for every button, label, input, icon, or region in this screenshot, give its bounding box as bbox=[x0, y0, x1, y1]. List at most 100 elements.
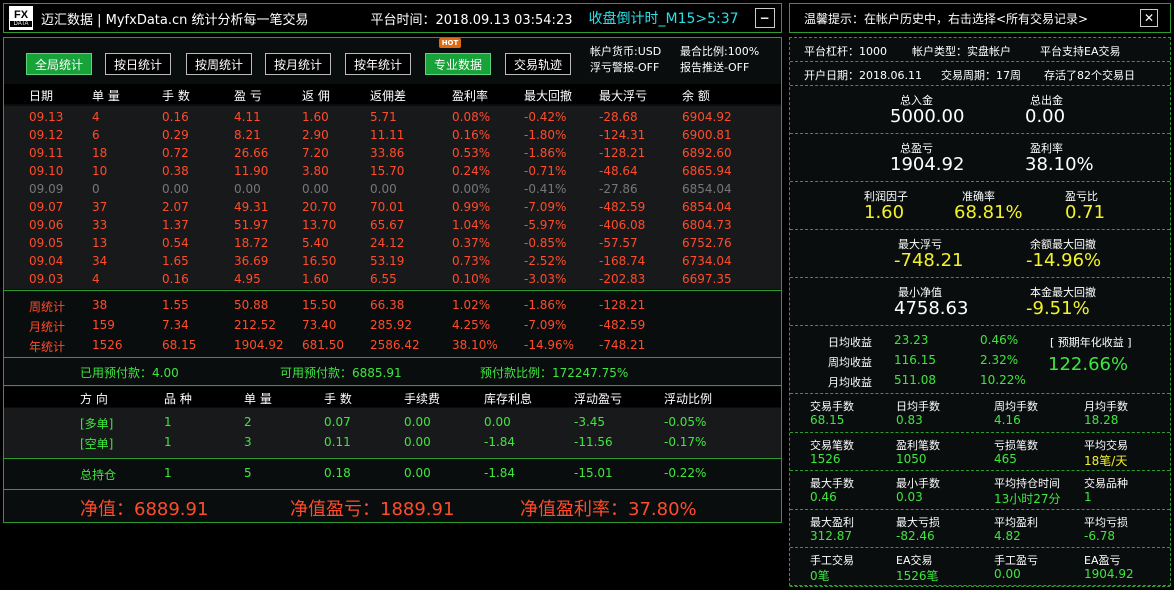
table-cell: 6854.04 bbox=[682, 182, 732, 196]
table-cell: -0.85% bbox=[524, 236, 567, 250]
table-cell: 70.01 bbox=[370, 200, 405, 214]
trade-period: 交易周期：17周 bbox=[941, 69, 1021, 82]
table-cell: 0.29 bbox=[162, 128, 189, 142]
position-cell: 1 bbox=[164, 435, 172, 449]
table-cell: -3.03% bbox=[524, 272, 567, 286]
accuracy-value: 68.81% bbox=[954, 202, 1023, 223]
close-button[interactable]: ✕ bbox=[1140, 9, 1158, 27]
tab-6[interactable]: 专业数据 bbox=[425, 53, 491, 75]
hot-badge: HOT bbox=[439, 38, 461, 48]
table-cell: -0.71% bbox=[524, 164, 567, 178]
stats-cell: 周统计 bbox=[29, 300, 66, 314]
table-row: 09.11 18 0.72 26.66 7.20 33.86 0.53% -1.86% -128… bbox=[4, 145, 781, 164]
stats-cell: 38.10% bbox=[452, 338, 498, 352]
position-cell: 3 bbox=[244, 435, 252, 449]
total-position-row: 总持仓 1 5 0.18 0.00 -1.84 -15.01 -0.22% bbox=[4, 459, 781, 488]
grid-value: 465 bbox=[994, 451, 1017, 466]
grid-label: 平均盈利 bbox=[994, 515, 1038, 529]
table-cell: 0.38 bbox=[162, 164, 189, 178]
returns-section: [ 预期年化收益 ] 122.66% 日均收益 23.23 0.46% 周均收益 116… bbox=[790, 326, 1170, 394]
table-cell: 6892.60 bbox=[682, 146, 732, 160]
positions-column-header: 品 种 bbox=[164, 392, 192, 406]
table-cell: 8.21 bbox=[234, 128, 261, 142]
table-cell: 4 bbox=[92, 272, 100, 286]
return-value: 116.15 bbox=[894, 353, 936, 367]
tab-3[interactable]: 按周统计 bbox=[186, 53, 252, 75]
position-cell: 0.00 bbox=[404, 435, 431, 449]
stats-cell: 68.15 bbox=[162, 338, 197, 352]
table-cell: -57.57 bbox=[599, 236, 638, 250]
table-cell: 51.97 bbox=[234, 218, 269, 232]
position-cell: -0.05% bbox=[664, 415, 707, 429]
table-cell: 24.12 bbox=[370, 236, 405, 250]
stats-cell: -748.21 bbox=[599, 338, 646, 352]
tab-1[interactable]: 全局统计 bbox=[26, 53, 92, 75]
deposit-value: 5000.00 bbox=[890, 106, 965, 127]
open-date: 开户日期：2018.06.11 bbox=[804, 69, 922, 82]
tab-5[interactable]: 按年统计 bbox=[345, 53, 411, 75]
table-cell: 0.08% bbox=[452, 110, 491, 124]
tab-4[interactable]: 按月统计 bbox=[265, 53, 331, 75]
table-cell: 6904.92 bbox=[682, 110, 732, 124]
grid-label: 交易手数 bbox=[810, 400, 854, 413]
grid-label: EA盈亏 bbox=[1084, 554, 1121, 567]
minimize-button[interactable]: − bbox=[754, 8, 775, 28]
table-cell: -0.41% bbox=[524, 182, 567, 196]
column-header: 余 额 bbox=[682, 89, 710, 103]
stats-row: 年统计 1526 68.15 1904.92 681.50 2586.42 38.10% -1… bbox=[4, 337, 781, 356]
pl-ratio-value: 0.71 bbox=[1065, 202, 1106, 223]
position-cell: 0.07 bbox=[324, 415, 351, 429]
total-cell: -1.84 bbox=[484, 466, 516, 480]
grid-label: 最小手数 bbox=[896, 477, 940, 490]
stats-grid-row: 交易笔数 1526 盈利笔数 1050 亏损笔数 465 平均交易 18笔/天 bbox=[790, 433, 1170, 471]
grid-value: 312.87 bbox=[810, 528, 852, 543]
return-pct: 10.22% bbox=[980, 373, 1026, 387]
position-cell: [多单] bbox=[80, 417, 114, 431]
profit-rate-value: 38.10% bbox=[1025, 154, 1094, 175]
grid-label: 平均持仓时间 bbox=[994, 477, 1060, 490]
table-cell: 09.09 bbox=[29, 182, 64, 196]
daily-table-header: 日期 单 量 手 数 盈 亏 返 佣 返佣差 盈利率 最大回撤 最大浮亏 余 额 bbox=[4, 84, 781, 104]
table-cell: 09.06 bbox=[29, 218, 64, 232]
balance-dd-value: -14.96% bbox=[1026, 250, 1102, 271]
tab-2[interactable]: 按日统计 bbox=[105, 53, 171, 75]
grid-value: 1526 bbox=[810, 451, 841, 466]
grid-value: -6.78 bbox=[1084, 528, 1116, 543]
drawdown-section: 最大浮亏 -748.21 余额最大回撤 -14.96% bbox=[790, 230, 1170, 278]
table-cell: 16.50 bbox=[302, 254, 337, 268]
grid-value: 4.16 bbox=[994, 413, 1021, 427]
table-cell: 37 bbox=[92, 200, 108, 214]
divider bbox=[4, 385, 781, 386]
grid-label: 手工交易 bbox=[810, 554, 854, 567]
stats-grid-row: 交易手数 68.15 日均手数 0.83 周均手数 4.16 月均手数 18.28 bbox=[790, 394, 1170, 433]
table-cell: 1.60 bbox=[302, 272, 329, 286]
table-cell: 0.72 bbox=[162, 146, 189, 160]
prepay-used: 已用预付款：4.00 bbox=[80, 366, 179, 380]
table-cell: 0.16 bbox=[162, 110, 189, 124]
prepay-row: 已用预付款：4.00 可用预付款：6885.91 预付款比例：172247.75… bbox=[4, 358, 781, 385]
grid-label: 平均亏损 bbox=[1084, 515, 1128, 529]
stats-cell: 月统计 bbox=[29, 320, 66, 334]
table-cell: 34 bbox=[92, 254, 108, 268]
table-cell: 09.04 bbox=[29, 254, 64, 268]
position-cell: -1.84 bbox=[484, 435, 516, 449]
table-cell: 49.31 bbox=[234, 200, 269, 214]
stats-cell: 73.40 bbox=[302, 318, 337, 332]
grid-label: 日均手数 bbox=[896, 400, 940, 413]
table-cell: -1.86% bbox=[524, 146, 567, 160]
table-cell: 53.19 bbox=[370, 254, 405, 268]
equity-section: 最小净值 4758.63 本金最大回撤 -9.51% bbox=[790, 278, 1170, 326]
table-cell: -48.64 bbox=[599, 164, 638, 178]
table-cell: 5.40 bbox=[302, 236, 329, 250]
return-value: 511.08 bbox=[894, 373, 936, 387]
position-cell: 2 bbox=[244, 415, 252, 429]
table-cell: -27.86 bbox=[599, 182, 638, 196]
table-cell: 0.24% bbox=[452, 164, 491, 178]
return-label: 日均收益 bbox=[828, 336, 872, 349]
grid-value: 1 bbox=[1084, 490, 1092, 504]
equity-pnl: 净值盈亏：1889.91 bbox=[290, 499, 455, 520]
tab-7[interactable]: 交易轨迹 bbox=[505, 53, 571, 75]
position-cell: 1 bbox=[164, 415, 172, 429]
table-cell: 6865.94 bbox=[682, 164, 732, 178]
table-cell: 6854.04 bbox=[682, 200, 732, 214]
